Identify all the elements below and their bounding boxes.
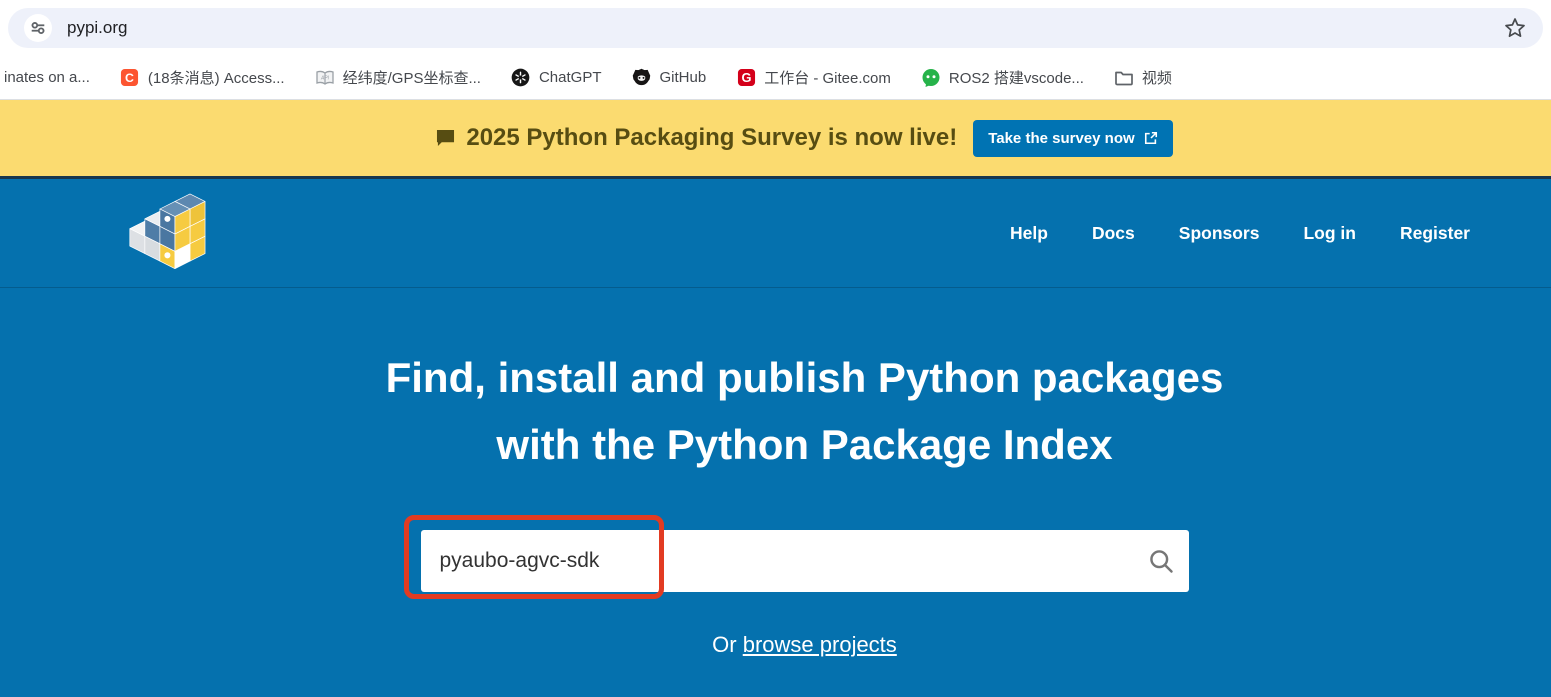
bookmark-label: 视频 xyxy=(1142,67,1172,88)
bookmark-item[interactable]: C (18条消息) Access... xyxy=(120,67,285,88)
search-input[interactable] xyxy=(421,530,1189,592)
bookmark-item[interactable]: 视频 xyxy=(1114,67,1172,88)
nav-register[interactable]: Register xyxy=(1400,223,1470,244)
search-button[interactable] xyxy=(1141,541,1181,581)
bookmark-item[interactable]: inates on a... xyxy=(4,69,90,86)
hero-section: Find, install and publish Python package… xyxy=(0,288,1551,697)
gitee-icon: G xyxy=(736,68,756,88)
browse-projects-line: Or browse projects xyxy=(29,632,1551,658)
browse-projects-link[interactable]: browse projects xyxy=(743,632,897,657)
github-icon xyxy=(632,68,652,88)
header-nav: Help Docs Sponsors Log in Register xyxy=(1010,223,1470,244)
chatgpt-icon xyxy=(511,68,531,88)
bookmark-label: inates on a... xyxy=(4,69,90,86)
bookmarks-bar: inates on a... C (18条消息) Access... API 经… xyxy=(0,56,1551,100)
site-settings-button[interactable] xyxy=(24,14,52,42)
bookmark-item[interactable]: API 经纬度/GPS坐标查... xyxy=(315,67,481,88)
tune-icon xyxy=(29,19,47,37)
bookmark-label: ROS2 搭建vscode... xyxy=(949,67,1084,88)
survey-banner-text: 2025 Python Packaging Survey is now live… xyxy=(466,124,957,152)
hero-title: Find, install and publish Python package… xyxy=(29,344,1551,478)
browser-toolbar: pypi.org xyxy=(0,0,1551,56)
address-bar[interactable]: pypi.org xyxy=(8,8,1543,48)
bookmark-item[interactable]: ROS2 搭建vscode... xyxy=(921,67,1084,88)
bookmark-item[interactable]: ChatGPT xyxy=(511,68,602,88)
take-survey-button[interactable]: Take the survey now xyxy=(973,120,1172,157)
hero-title-line1: Find, install and publish Python package… xyxy=(29,344,1551,411)
star-icon xyxy=(1503,16,1527,40)
bookmark-label: 经纬度/GPS坐标查... xyxy=(343,67,481,88)
bookmark-star-button[interactable] xyxy=(1503,16,1527,40)
bookmark-item[interactable]: GitHub xyxy=(632,68,707,88)
hero-title-line2: with the Python Package Index xyxy=(29,411,1551,478)
speech-bubble-icon xyxy=(436,129,455,147)
survey-banner-message-row: 2025 Python Packaging Survey is now live… xyxy=(436,124,957,152)
pypi-header: Help Docs Sponsors Log in Register xyxy=(0,179,1551,288)
folder-icon xyxy=(1114,68,1134,88)
bookmark-label: 工作台 - Gitee.com xyxy=(764,67,891,88)
open-book-icon: API xyxy=(315,68,335,88)
chat-bubble-green-icon xyxy=(921,68,941,88)
nav-docs[interactable]: Docs xyxy=(1092,223,1135,244)
svg-text:G: G xyxy=(741,70,751,85)
search-form xyxy=(421,530,1189,592)
csdn-icon: C xyxy=(120,68,140,88)
nav-login[interactable]: Log in xyxy=(1303,223,1355,244)
svg-text:C: C xyxy=(125,71,134,85)
browse-prefix: Or xyxy=(712,632,743,657)
external-link-icon xyxy=(1144,131,1158,145)
pypi-logo[interactable] xyxy=(124,189,212,278)
nav-help[interactable]: Help xyxy=(1010,223,1048,244)
svg-text:API: API xyxy=(320,75,330,81)
magnifier-icon xyxy=(1147,547,1175,575)
bookmark-label: GitHub xyxy=(660,69,707,86)
url-text[interactable]: pypi.org xyxy=(67,18,127,38)
bookmark-label: (18条消息) Access... xyxy=(148,67,285,88)
nav-sponsors[interactable]: Sponsors xyxy=(1179,223,1260,244)
take-survey-button-label: Take the survey now xyxy=(988,130,1134,147)
survey-banner: 2025 Python Packaging Survey is now live… xyxy=(0,100,1551,176)
bookmark-label: ChatGPT xyxy=(539,69,602,86)
bookmark-item[interactable]: G 工作台 - Gitee.com xyxy=(736,67,891,88)
